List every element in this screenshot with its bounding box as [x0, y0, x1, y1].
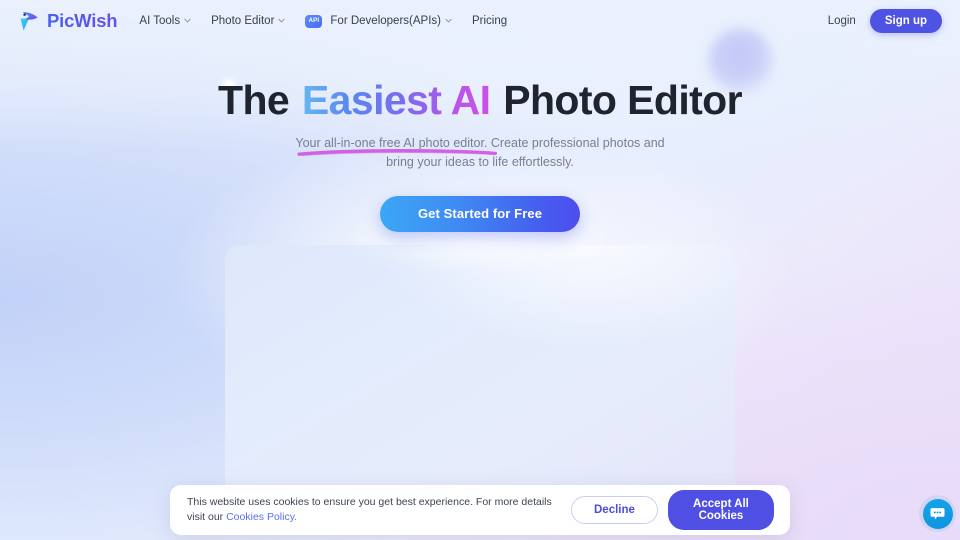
brand-logo[interactable]: PicWish	[18, 10, 118, 32]
main-nav: AI Tools Photo Editor API For Developers…	[139, 14, 507, 28]
chat-bubble-icon	[922, 498, 953, 529]
headline-highlight-text: Easiest AI	[301, 77, 491, 123]
chat-widget-button[interactable]	[919, 495, 956, 532]
chevron-down-icon	[278, 17, 285, 24]
chevron-down-icon	[445, 17, 452, 24]
cookies-policy-link[interactable]: Cookies Policy.	[226, 511, 297, 523]
nav-item-label: AI Tools	[139, 15, 181, 27]
login-link[interactable]: Login	[828, 15, 856, 27]
api-badge-icon: API	[305, 14, 323, 28]
cta-container: Get Started for Free	[335, 195, 625, 274]
headline-prefix: The	[218, 77, 300, 123]
headline-suffix: Photo Editor	[492, 77, 742, 123]
hero-subtitle-line2: bring your ideas to life effortlessly.	[386, 155, 574, 170]
nav-item-for-developers[interactable]: API For Developers(APIs)	[305, 14, 452, 28]
signup-button[interactable]: Sign up	[869, 9, 942, 33]
brand-name: PicWish	[47, 10, 118, 31]
site-header: PicWish AI Tools Photo Editor API For De…	[0, 0, 960, 42]
showcase-placeholder-card	[225, 245, 735, 515]
nav-item-label: Photo Editor	[211, 15, 275, 27]
decline-cookies-button[interactable]: Decline	[571, 496, 658, 524]
chevron-down-icon	[184, 17, 191, 24]
hero-subtitle: Your all-in-one free AI photo editor. Cr…	[0, 134, 960, 173]
headline-highlight: Easiest AI	[297, 77, 498, 157]
header-actions: Login Sign up	[828, 9, 942, 33]
hero-subtitle-line1: Your all-in-one free AI photo editor. Cr…	[295, 136, 665, 151]
nav-item-label: For Developers(APIs)	[330, 15, 441, 27]
page-root: PicWish AI Tools Photo Editor API For De…	[0, 0, 960, 540]
accept-all-cookies-button[interactable]: Accept All Cookies	[667, 490, 774, 530]
page-title: The Easiest AI Photo Editor	[0, 77, 960, 157]
cookie-message: This website uses cookies to ensure you …	[187, 495, 559, 525]
nav-item-ai-tools[interactable]: AI Tools	[139, 15, 191, 27]
nav-item-photo-editor[interactable]: Photo Editor	[211, 15, 285, 27]
get-started-button[interactable]: Get Started for Free	[380, 195, 580, 232]
cookie-actions: Decline Accept All Cookies	[571, 490, 774, 530]
picwish-bird-logo-icon	[18, 10, 40, 32]
nav-item-label: Pricing	[471, 15, 508, 27]
cookie-consent-banner: This website uses cookies to ensure you …	[170, 485, 790, 535]
nav-item-pricing[interactable]: Pricing	[472, 15, 507, 27]
